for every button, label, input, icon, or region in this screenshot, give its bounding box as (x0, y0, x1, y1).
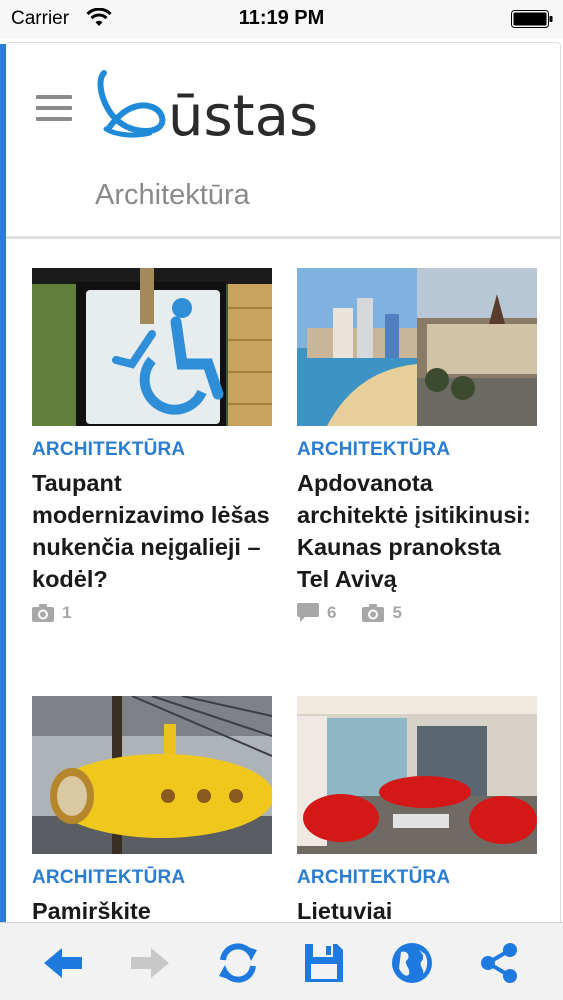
hamburger-menu-icon[interactable] (36, 95, 72, 123)
arrow-right-icon[interactable] (127, 940, 173, 986)
article-meta: 1 (32, 601, 272, 625)
content-panel: ūstas Architektūra ARCHITEKTŪRA Taupant … (6, 42, 561, 922)
clock: 11:19 PM (238, 7, 325, 29)
article-category: ARCHITEKTŪRA (32, 867, 186, 888)
save-icon[interactable] (301, 940, 347, 986)
article-category: ARCHITEKTŪRA (32, 439, 186, 460)
camera-icon (32, 604, 54, 622)
section-title: Architektūra (95, 179, 250, 211)
share-icon[interactable] (476, 940, 522, 986)
article-card-1[interactable]: ARCHITEKTŪRA Taupant modernizavimo lėšas… (32, 268, 272, 625)
camera-icon (362, 604, 385, 622)
arrow-left-icon[interactable] (40, 940, 86, 986)
globe-icon[interactable] (389, 940, 435, 986)
comment-count: 6 (327, 603, 337, 622)
article-category: ARCHITEKTŪRA (297, 867, 451, 888)
battery-icon (511, 10, 553, 28)
article-image-tel-aviv-kaunas[interactable] (297, 268, 537, 426)
article-card-3[interactable]: ARCHITEKTŪRA Pamirškite (32, 696, 272, 922)
article-image-red-sofas[interactable] (297, 696, 537, 854)
article-card-2[interactable]: ARCHITEKTŪRA Apdovanota architektė įsiti… (297, 268, 537, 625)
refresh-icon[interactable] (215, 940, 261, 986)
comment-icon (297, 603, 319, 622)
bustas-logo[interactable]: ūstas (94, 69, 344, 145)
photo-count: 5 (392, 603, 402, 622)
article-title[interactable]: Pamirškite (32, 895, 272, 922)
article-image-wheelchair-sign[interactable] (32, 268, 272, 426)
article-meta: 6 5 (297, 601, 537, 625)
article-title[interactable]: Apdovanota architektė įsitikinusi: Kauna… (297, 467, 537, 595)
article-title[interactable]: Lietuviai (297, 895, 537, 922)
article-card-4[interactable]: ARCHITEKTŪRA Lietuviai (297, 696, 537, 922)
article-image-yellow-submarine[interactable] (32, 696, 272, 854)
bottom-toolbar (0, 922, 563, 1000)
article-title[interactable]: Taupant modernizavimo lėšas nukenčia neį… (32, 467, 272, 595)
logo-text: ūstas (168, 84, 318, 145)
site-header: ūstas Architektūra (6, 43, 560, 239)
article-category: ARCHITEKTŪRA (297, 439, 451, 460)
status-bar: Carrier 11:19 PM (0, 0, 563, 38)
photo-count: 1 (62, 603, 72, 622)
